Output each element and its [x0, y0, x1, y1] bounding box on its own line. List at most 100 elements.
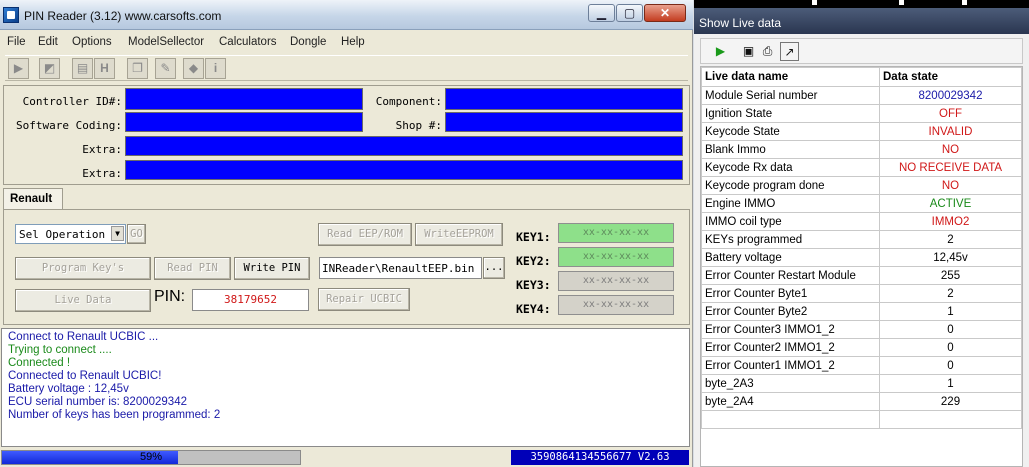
shop-field[interactable] — [445, 112, 683, 132]
menu-edit[interactable]: Edit — [38, 36, 58, 48]
menu-options[interactable]: Options — [72, 36, 112, 48]
read-eeprom-button[interactable]: Read EEP/ROM — [318, 223, 412, 246]
progress-bar: 59% — [1, 450, 301, 465]
table-row[interactable]: KEYs programmed 2 — [701, 230, 1022, 249]
table-row[interactable]: IMMO coil type IMMO2 — [701, 212, 1022, 231]
live-toolbar: ▶ ▣ ⎙ ↗ — [700, 38, 1023, 64]
info-icon[interactable]: i — [205, 58, 226, 79]
row-value: 12,45v — [879, 248, 1022, 267]
chevron-down-icon[interactable]: ▼ — [111, 226, 124, 241]
maximize-button[interactable]: ▢ — [616, 4, 643, 22]
memory-icon[interactable]: ▤ — [72, 58, 93, 79]
chip-icon[interactable]: ◆ — [183, 58, 204, 79]
row-value: 2 — [879, 284, 1022, 303]
log-output[interactable]: Connect to Renault UCBIC ... Trying to co… — [1, 328, 690, 447]
table-row[interactable]: Keycode program done NO — [701, 176, 1022, 195]
menu-help[interactable]: Help — [341, 36, 365, 48]
close-button[interactable]: ✕ — [644, 4, 686, 22]
row-name: Module Serial number — [701, 86, 880, 105]
table-row[interactable]: Keycode State INVALID — [701, 122, 1022, 141]
go-button[interactable]: GO — [127, 224, 146, 244]
row-name: Error Counter Byte1 — [701, 284, 880, 303]
table-row[interactable]: Blank Immo NO — [701, 140, 1022, 159]
row-name: Error Counter3 IMMO1_2 — [701, 320, 880, 339]
column-header-name[interactable]: Live data name — [701, 67, 880, 87]
minimize-button[interactable]: ▁ — [588, 4, 615, 22]
component-field[interactable] — [445, 88, 683, 110]
menu-file[interactable]: File — [7, 36, 26, 48]
row-name: Error Counter Byte2 — [701, 302, 880, 321]
table-row[interactable]: Error Counter3 IMMO1_2 0 — [701, 320, 1022, 339]
browse-button[interactable]: ... — [483, 257, 505, 279]
row-value: 2 — [879, 230, 1022, 249]
file-path-input[interactable]: INReader\RenaultEEP.bin — [319, 257, 482, 279]
write-eeprom-button[interactable]: WriteEEPROM — [415, 223, 503, 246]
play-icon[interactable]: ▶ — [8, 58, 29, 79]
save-icon[interactable]: ▣ — [739, 42, 758, 61]
key1-label: KEY1: — [516, 230, 551, 244]
write-pin-button[interactable]: Write PIN — [234, 257, 310, 280]
menu-bar: File Edit Options ModelSellector Calcula… — [0, 32, 692, 52]
controller-id-field[interactable] — [125, 88, 363, 110]
row-name: byte_2A3 — [701, 374, 880, 393]
repair-ucbic-button[interactable]: Repair UCBIC — [318, 288, 410, 311]
read-pin-button[interactable]: Read PIN — [154, 257, 231, 280]
row-value: 1 — [879, 374, 1022, 393]
table-row[interactable]: Engine IMMO ACTIVE — [701, 194, 1022, 213]
key3-field: xx-xx-xx-xx — [558, 271, 674, 291]
chart-icon[interactable]: ◩ — [39, 58, 60, 79]
row-name: IMMO coil type — [701, 212, 880, 231]
software-coding-field[interactable] — [125, 112, 363, 132]
title-bar[interactable]: PIN Reader (3.12) www.carsofts.com ▁ ▢ ✕ — [0, 0, 693, 30]
live-window-title[interactable]: Show Live data — [694, 8, 1029, 34]
log-line: Connected ! — [8, 357, 71, 369]
row-name: Engine IMMO — [701, 194, 880, 213]
ecu-info-panel: Controller ID#: Component: Software Codi… — [3, 85, 690, 185]
table-row-empty — [701, 410, 1022, 429]
table-row[interactable]: Ignition State OFF — [701, 104, 1022, 123]
table-row[interactable]: Error Counter Restart Module 255 — [701, 266, 1022, 285]
toolbar: ▶ ◩ ▤ H ❐ ✎ ◆ i — [5, 55, 688, 81]
controller-id-label: Controller ID#: — [22, 95, 122, 108]
log-line: Connect to Renault UCBIC ... — [8, 331, 159, 343]
table-row[interactable]: byte_2A3 1 — [701, 374, 1022, 393]
row-name: Error Counter2 IMMO1_2 — [701, 338, 880, 357]
extra-field-2[interactable] — [125, 160, 683, 180]
row-name: KEYs programmed — [701, 230, 880, 249]
live-data-button[interactable]: Live Data — [15, 289, 151, 312]
copy-icon[interactable]: ❐ — [127, 58, 148, 79]
chart-icon[interactable]: ↗ — [780, 42, 799, 61]
tab-renault[interactable]: Renault — [3, 188, 63, 210]
table-row[interactable]: Error Counter Byte2 1 — [701, 302, 1022, 321]
menu-modelsellector[interactable]: ModelSellector — [128, 36, 204, 48]
key4-field: xx-xx-xx-xx — [558, 295, 674, 315]
eraser-icon[interactable]: ✎ — [155, 58, 176, 79]
column-header-state[interactable]: Data state — [879, 67, 1022, 87]
table-header-row: Live data name Data state — [701, 67, 1022, 87]
row-name: Keycode Rx data — [701, 158, 880, 177]
key2-label: KEY2: — [516, 254, 551, 268]
play-icon[interactable]: ▶ — [711, 42, 730, 61]
row-name: Keycode program done — [701, 176, 880, 195]
table-row[interactable]: Keycode Rx data NO RECEIVE DATA — [701, 158, 1022, 177]
print-icon[interactable]: ⎙ — [758, 42, 777, 61]
table-row[interactable]: Error Counter1 IMMO1_2 0 — [701, 356, 1022, 375]
table-row[interactable]: Error Counter Byte1 2 — [701, 284, 1022, 303]
table-row[interactable]: Battery voltage 12,45v — [701, 248, 1022, 267]
program-keys-button[interactable]: Program Key's — [15, 257, 151, 280]
hex-icon[interactable]: H — [94, 58, 115, 79]
log-line: Trying to connect .... — [8, 344, 112, 356]
table-row[interactable]: byte_2A4 229 — [701, 392, 1022, 411]
menu-dongle[interactable]: Dongle — [290, 36, 326, 48]
extra-field-1[interactable] — [125, 136, 683, 156]
row-value: 1 — [879, 302, 1022, 321]
table-row[interactable]: Error Counter2 IMMO1_2 0 — [701, 338, 1022, 357]
renault-panel: Sel Operation ▼ GO Read EEP/ROM WriteEEP… — [3, 209, 690, 325]
pin-value-field[interactable]: 38179652 — [192, 289, 309, 311]
operation-select[interactable]: Sel Operation ▼ — [15, 224, 126, 244]
row-name: Keycode State — [701, 122, 880, 141]
table-row[interactable]: Module Serial number 8200029342 — [701, 86, 1022, 105]
row-value: ACTIVE — [879, 194, 1022, 213]
menu-calculators[interactable]: Calculators — [219, 36, 277, 48]
row-name: Ignition State — [701, 104, 880, 123]
